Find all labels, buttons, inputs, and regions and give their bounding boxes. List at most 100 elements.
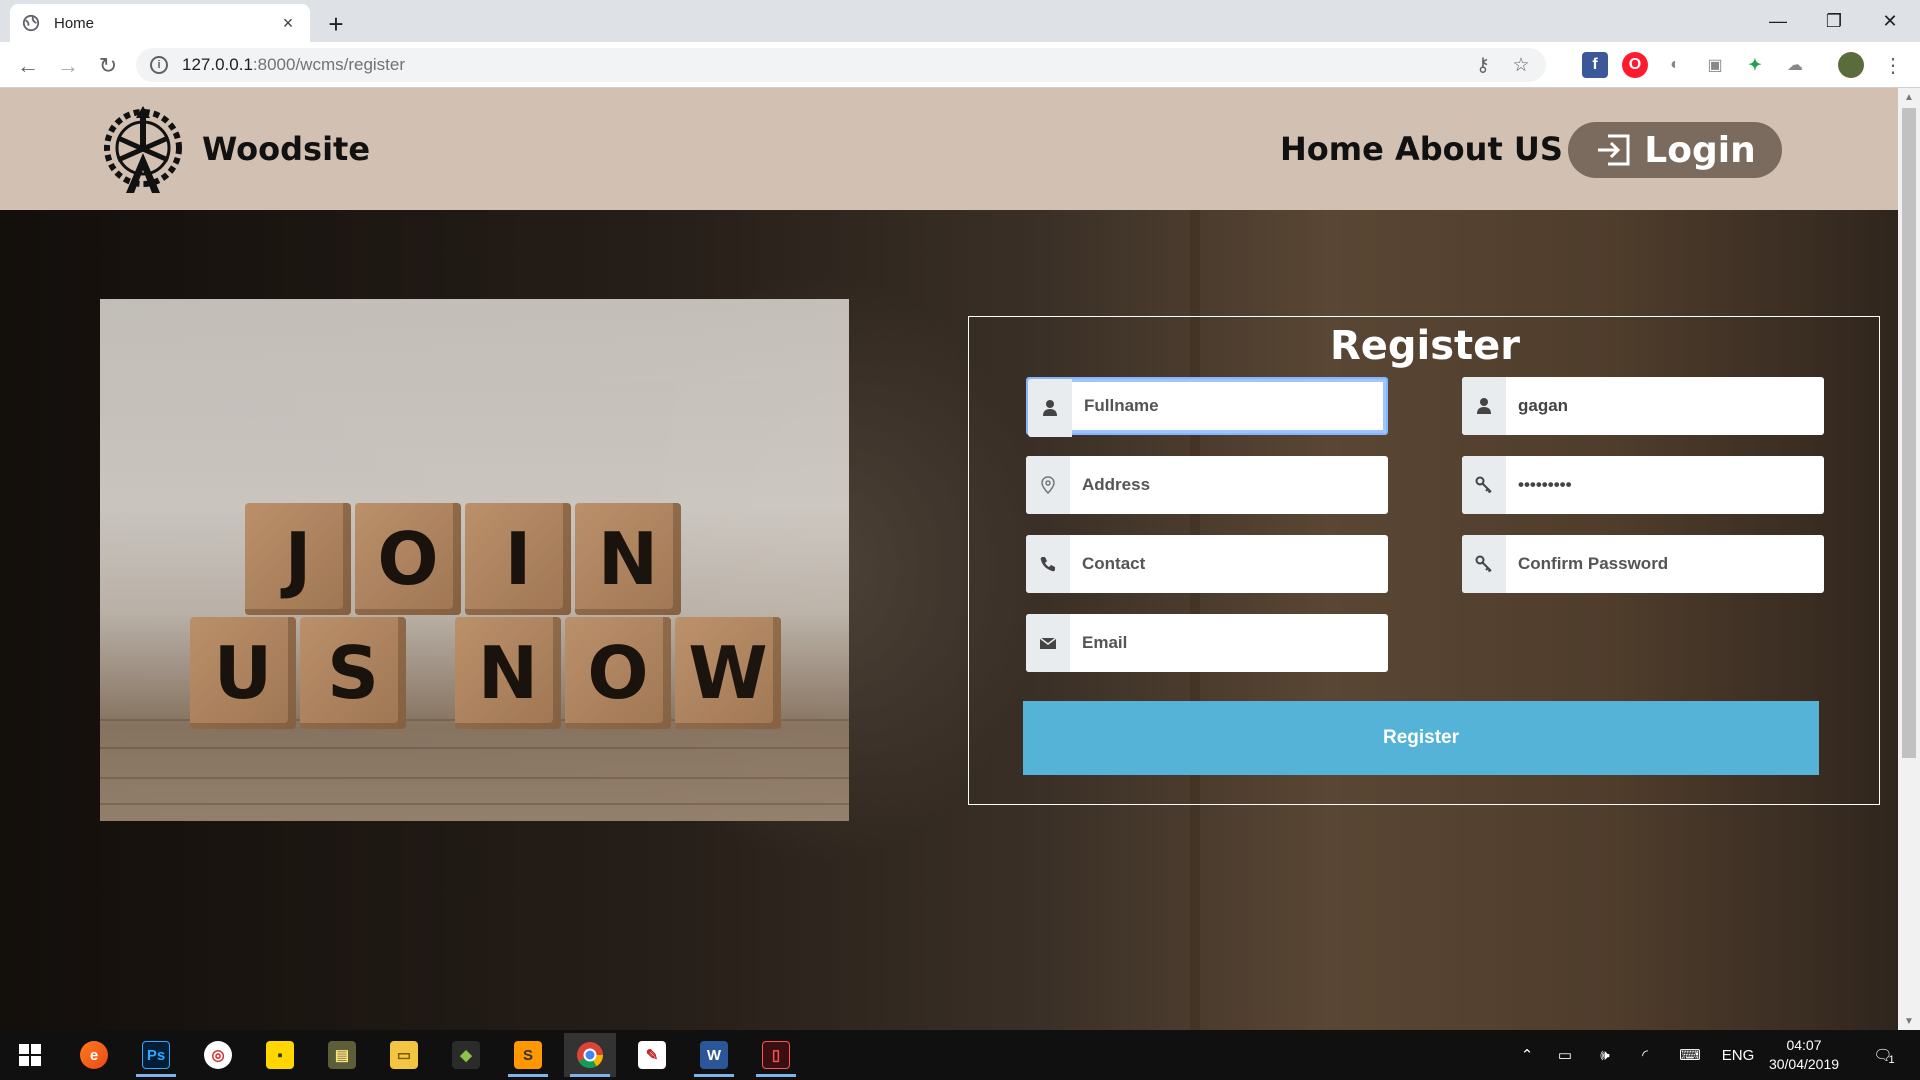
email-input[interactable] [1070,614,1388,672]
new-tab-button[interactable]: + [318,6,354,42]
extension-cloud-icon[interactable]: ☁ [1782,52,1808,78]
word-icon: W [700,1041,728,1069]
address-bar[interactable]: i 127.0.0.1:8000/wcms/register ⚷ ☆ [136,48,1546,82]
scroll-up-arrow-icon[interactable]: ▲ [1898,88,1920,106]
browser-toolbar: ← → ↻ i 127.0.0.1:8000/wcms/register ⚷ ☆… [0,42,1920,88]
taskbar-notes[interactable]: ▤ [316,1033,368,1077]
tray-chevron-up-icon[interactable]: ⌃ [1512,1030,1542,1080]
browser-tab-home[interactable]: Home × [10,4,310,42]
keyboard-icon[interactable]: ⌨ [1672,1030,1708,1080]
red-swirl-icon: ◎ [204,1041,232,1069]
menu-kebab-icon[interactable]: ⋮ [1880,52,1906,78]
web-page: Woodsite Home About US Login J O I N U S… [0,88,1898,1030]
reload-icon[interactable]: ↻ [92,50,124,82]
site-info-icon[interactable]: i [150,56,168,74]
chrome-icon [577,1042,604,1069]
clock-date: 30/04/2019 [1768,1056,1840,1072]
phone-screen-icon: ▯ [762,1041,790,1069]
facebook-extension-icon[interactable]: f [1582,52,1608,78]
close-window-button[interactable]: ✕ [1862,0,1918,42]
letter-block: I [465,503,571,615]
windows-taskbar: e Ps ◎ ▪ ▤ ▭ ◆ S ✎ W ▯ ⌃ ▭ 🕪 ◜ ⌨ ENG 04:… [0,1030,1920,1080]
photoshop-icon: Ps [142,1041,170,1069]
letter-block: J [245,503,351,615]
taskbar-word[interactable]: W [688,1033,740,1077]
woodsite-logo[interactable] [98,98,188,198]
username-input[interactable] [1506,377,1824,435]
fullname-field[interactable] [1026,377,1388,437]
url-text: 127.0.0.1:8000/wcms/register [182,55,406,74]
bookmark-star-icon[interactable]: ☆ [1504,48,1538,82]
notes-icon: ▤ [328,1041,356,1069]
scrollbar-thumb[interactable] [1902,108,1916,758]
register-form: Register Fullname Address Contact Email … [968,316,1880,805]
page-scrollbar[interactable]: ▲ ▼ [1898,88,1920,1030]
browser-tab-strip: Home × + — ❐ ✕ [0,0,1920,42]
key-icon [1462,535,1506,593]
minimize-button[interactable]: — [1750,0,1806,42]
extension-green-icon[interactable]: ✦ [1742,52,1768,78]
login-button[interactable]: Login [1568,122,1782,178]
email-field[interactable] [1026,614,1388,672]
login-label: Login [1644,129,1756,171]
login-icon [1598,134,1630,166]
contact-input[interactable] [1070,535,1388,593]
extension-bag-icon[interactable]: ▣ [1702,52,1728,78]
restore-button[interactable]: ❐ [1806,0,1862,42]
taskbar-sticky-notes[interactable]: ▪ [254,1033,306,1077]
confirm-password-input[interactable] [1506,535,1824,593]
taskbar-sublime-text[interactable]: S [502,1033,554,1077]
globe-icon [22,14,40,32]
letter-block: N [455,617,561,729]
start-button[interactable] [4,1033,56,1077]
confirm-password-field[interactable] [1462,535,1824,593]
nav-link-about[interactable]: About US [1395,130,1563,168]
taskbar-phone-app[interactable]: ▯ [750,1033,802,1077]
scroll-down-arrow-icon[interactable]: ▼ [1898,1012,1920,1030]
back-arrow-icon[interactable]: ← [12,50,44,82]
sticky-notes-icon: ▪ [266,1041,294,1069]
letter-block: O [355,503,461,615]
taskbar-app-red[interactable]: ◎ [192,1033,244,1077]
location-pin-icon [1026,456,1070,514]
extension-grey-icon[interactable]: ◐ [1662,52,1688,78]
paint-palette-icon: ✎ [638,1041,666,1069]
join-us-now-image: J O I N U S N O W [100,299,849,821]
register-title: Register [1329,323,1521,369]
contact-field[interactable] [1026,535,1388,593]
taskbar-git-gui[interactable]: ◆ [440,1033,492,1077]
taskbar-file-explorer[interactable]: ▭ [378,1033,430,1077]
address-field[interactable] [1026,456,1388,514]
language-indicator[interactable]: ENG [1718,1030,1758,1080]
register-submit-button[interactable]: Register [1023,701,1819,775]
password-field[interactable] [1462,456,1824,514]
letter-block: U [190,617,296,729]
wifi-icon[interactable]: ◜ [1630,1030,1660,1080]
battery-icon[interactable]: ▭ [1550,1030,1580,1080]
taskbar-paint[interactable]: ✎ [626,1033,678,1077]
password-input[interactable] [1506,456,1824,514]
brand-name[interactable]: Woodsite [202,130,370,168]
clock[interactable]: 04:07 30/04/2019 [1762,1036,1846,1074]
opera-extension-icon[interactable]: O [1622,52,1648,78]
letter-block: W [675,617,781,729]
fullname-input[interactable] [1072,379,1386,433]
forward-arrow-icon[interactable]: → [52,50,84,82]
tab-title: Home [54,14,95,32]
close-tab-icon[interactable]: × [278,13,298,34]
profile-avatar[interactable] [1838,52,1864,78]
volume-icon[interactable]: 🕪 [1590,1030,1620,1080]
folder-icon: ▭ [390,1041,418,1069]
taskbar-photoshop[interactable]: Ps [130,1033,182,1077]
edge-icon: e [80,1041,108,1069]
username-field[interactable] [1462,377,1824,435]
taskbar-edge[interactable]: e [68,1033,120,1077]
envelope-icon [1026,614,1070,672]
clock-time: 04:07 [1786,1037,1822,1053]
user-icon [1462,377,1506,435]
address-input[interactable] [1070,456,1388,514]
nav-link-home[interactable]: Home [1280,130,1384,168]
taskbar-chrome[interactable] [564,1033,616,1077]
notification-center[interactable]: 🗨 1 [1862,1030,1906,1080]
key-icon[interactable]: ⚷ [1466,48,1500,82]
